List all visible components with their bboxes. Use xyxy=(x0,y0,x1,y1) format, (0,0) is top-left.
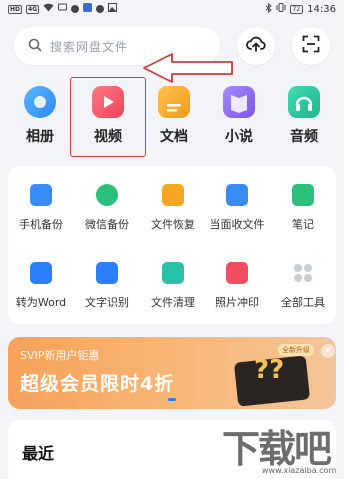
clock: 14:36 xyxy=(307,3,336,15)
banner-subtitle: SVIP新用户钜惠 xyxy=(20,349,100,362)
search-icon xyxy=(28,37,42,56)
ocr-icon xyxy=(96,262,118,284)
category-audio[interactable]: 音频 xyxy=(276,86,332,146)
hd-indicator: HD xyxy=(8,4,23,14)
search-placeholder: 搜索网盘文件 xyxy=(50,39,129,54)
status-left: HD 4G xyxy=(8,3,118,15)
scan-button[interactable] xyxy=(292,27,330,65)
status-bar: HD 4G 72 14:36 xyxy=(0,0,344,18)
wifi-icon xyxy=(43,3,54,15)
tool-label: 文件清理 xyxy=(151,296,195,309)
tool-ocr[interactable]: 文字识别 xyxy=(74,262,140,310)
tool-file-restore[interactable]: 文件恢复 xyxy=(140,184,206,232)
tool-label: 文字识别 xyxy=(85,296,129,309)
highlight-box xyxy=(70,77,146,157)
banner-close-button[interactable]: × xyxy=(321,344,335,358)
category-label: 小说 xyxy=(225,129,253,145)
watermark-text: 下载吧 xyxy=(222,426,332,471)
tool-photo-print[interactable]: 照片冲印 xyxy=(204,262,270,310)
translate-icon xyxy=(83,3,93,15)
watermark-url: www.xiazaiba.com xyxy=(262,466,337,475)
cloud-upload-icon xyxy=(246,36,266,56)
photo-print-icon xyxy=(226,262,248,284)
category-label: 音频 xyxy=(290,129,318,145)
tool-all-tools[interactable]: 全部工具 xyxy=(270,262,336,310)
tool-label: 转为Word xyxy=(15,296,67,309)
chat-icon xyxy=(71,5,80,13)
cloud-upload-button[interactable] xyxy=(237,27,275,65)
tool-file-clean[interactable]: 文件清理 xyxy=(140,262,206,310)
tool-note[interactable]: 笔记 xyxy=(270,184,336,232)
document-icon xyxy=(158,86,190,118)
banner-page-indicator xyxy=(168,398,176,401)
vibrate-icon xyxy=(276,3,286,15)
receive-file-icon xyxy=(226,184,248,206)
tool-label: 微信备份 xyxy=(85,218,129,231)
word-convert-icon xyxy=(30,262,52,284)
note-icon xyxy=(292,184,314,206)
tool-word-convert[interactable]: 转为Word xyxy=(8,262,74,310)
phone-backup-icon xyxy=(30,184,52,206)
message-icon xyxy=(58,3,68,15)
tool-phone-backup[interactable]: 手机备份 xyxy=(8,184,74,232)
annotation-arrow xyxy=(143,53,233,83)
novel-icon xyxy=(223,86,255,118)
all-tools-icon xyxy=(292,262,314,284)
battery-icon: 72 xyxy=(289,4,304,14)
category-album[interactable]: 相册 xyxy=(12,86,68,146)
category-label: 相册 xyxy=(26,129,54,145)
banner-upgrade-pill: 全新升级 xyxy=(278,344,314,356)
file-clean-icon xyxy=(162,262,184,284)
wechat-backup-icon xyxy=(96,184,118,206)
recent-title: 最近 xyxy=(22,444,55,463)
banner-title: 超级会员限时4折 xyxy=(20,373,175,395)
app-notification-icon xyxy=(96,5,105,13)
tool-label: 全部工具 xyxy=(281,296,325,309)
category-document[interactable]: 文档 xyxy=(146,86,202,146)
status-right: 72 14:36 xyxy=(265,2,336,16)
tool-label: 笔记 xyxy=(292,218,314,231)
bluetooth-icon xyxy=(265,2,272,16)
tool-label: 手机备份 xyxy=(19,218,63,231)
tool-receive-file[interactable]: 当面收文件 xyxy=(204,184,270,232)
network-indicator: 4G xyxy=(26,4,40,14)
tool-label: 照片冲印 xyxy=(215,296,259,309)
file-restore-icon xyxy=(162,184,184,206)
tool-label: 文件恢复 xyxy=(151,218,195,231)
tool-wechat-backup[interactable]: 微信备份 xyxy=(74,184,140,232)
category-label: 文档 xyxy=(160,129,188,145)
tool-label: 当面收文件 xyxy=(209,218,265,231)
category-novel[interactable]: 小说 xyxy=(211,86,267,146)
image-icon xyxy=(108,3,118,15)
audio-icon xyxy=(288,86,320,118)
banner-question-marks: ?? xyxy=(254,355,285,385)
tools-card: 手机备份 微信备份 文件恢复 当面收文件 笔记 转为Word 文字识别 文件清理… xyxy=(8,166,336,324)
scan-icon xyxy=(302,35,320,57)
album-icon xyxy=(24,86,56,118)
